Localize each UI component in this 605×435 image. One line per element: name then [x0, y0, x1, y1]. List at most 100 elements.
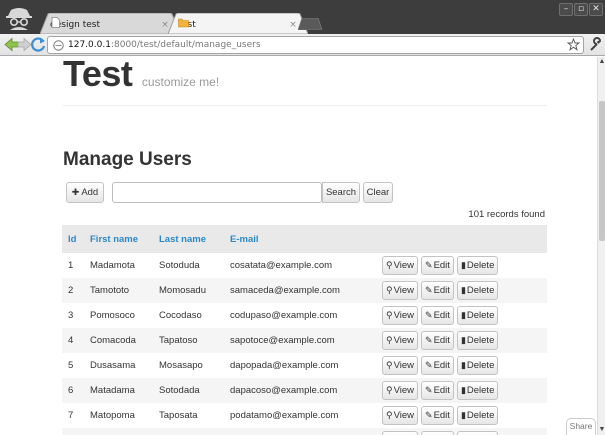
- browser-titlebar: design test × Test × – ▫ ✕: [0, 0, 605, 34]
- table-row: ⚲View✎Edit▮Delete: [62, 428, 547, 435]
- cell-last-name: Sotodada: [153, 378, 224, 403]
- new-tab-button[interactable]: [298, 18, 322, 30]
- wrench-icon[interactable]: [588, 37, 603, 52]
- row-actions: ⚲View✎Edit▮Delete: [382, 431, 541, 435]
- magnifier-icon: ⚲: [386, 260, 393, 270]
- delete-button[interactable]: ▮Delete: [456, 356, 499, 375]
- brand-title[interactable]: Test: [63, 57, 133, 94]
- cell-id: [62, 428, 84, 435]
- row-actions: ⚲View✎Edit▮Delete: [382, 381, 541, 400]
- tab-design-test[interactable]: design test ×: [40, 13, 180, 34]
- scrollbar-thumb[interactable]: [599, 101, 605, 241]
- column-header-email[interactable]: E-mail: [224, 225, 376, 253]
- view-button[interactable]: ⚲View: [382, 281, 419, 300]
- view-button-label: View: [393, 360, 415, 371]
- cell-first-name: Matopoma: [90, 410, 135, 421]
- trash-icon: ▮: [460, 260, 466, 270]
- add-button[interactable]: ✚ Add: [66, 182, 104, 203]
- view-button[interactable]: ⚲View: [382, 381, 419, 400]
- delete-button[interactable]: ▮Delete: [456, 281, 499, 300]
- reload-icon[interactable]: [30, 36, 47, 53]
- delete-button[interactable]: ▮Delete: [456, 331, 499, 350]
- tab-title: Test: [178, 20, 288, 30]
- magnifier-icon: ⚲: [386, 335, 393, 345]
- cell-last-name: Taposata: [159, 410, 198, 421]
- delete-button[interactable]: ▮Delete: [456, 406, 499, 425]
- view-button[interactable]: ⚲View: [382, 356, 419, 375]
- delete-button[interactable]: ▮Delete: [456, 381, 499, 400]
- cell-email: [224, 428, 376, 435]
- edit-button[interactable]: ✎Edit: [421, 256, 454, 275]
- delete-button-label: Delete: [466, 285, 495, 296]
- scroll-down-arrow-icon[interactable]: ▼: [598, 425, 605, 435]
- cell-actions: ⚲View✎Edit▮Delete: [376, 303, 547, 328]
- cell-first-name: Pomosoco: [90, 310, 135, 321]
- maximize-button[interactable]: ▫: [574, 3, 588, 16]
- column-header-first-name[interactable]: First name: [84, 225, 153, 253]
- column-header-last-name[interactable]: Last name: [153, 225, 224, 253]
- edit-button[interactable]: ✎Edit: [421, 281, 454, 300]
- delete-button[interactable]: ▮Delete: [456, 256, 499, 275]
- table-row: 6 Matadama Sotodada dapacoso@example.com ⚲ Vi…: [62, 378, 547, 403]
- edit-button[interactable]: ✎Edit: [421, 306, 454, 325]
- delete-button[interactable]: ▮Delete: [456, 431, 499, 435]
- cell-email: podatamo@example.com: [230, 410, 339, 421]
- cell-id: 2: [62, 278, 84, 303]
- tab-test[interactable]: Test ×: [168, 13, 308, 34]
- view-button[interactable]: ⚲View: [382, 406, 419, 425]
- edit-button[interactable]: ✎Edit: [421, 431, 454, 435]
- view-button[interactable]: ⚲View: [382, 331, 419, 350]
- tab-close-icon[interactable]: ×: [288, 20, 298, 30]
- search-input[interactable]: [112, 182, 322, 203]
- table-body: 1 Madamota Sotoduda cosatata@example.com ⚲ Vi…: [62, 253, 547, 435]
- cell-email: samaceda@example.com: [224, 278, 376, 303]
- view-button-label: View: [393, 260, 415, 271]
- column-header-id[interactable]: Id: [62, 225, 84, 253]
- edit-button-label: Edit: [433, 285, 450, 296]
- cell-id: 5: [68, 360, 74, 371]
- cell-id: 1: [68, 260, 74, 271]
- close-window-button[interactable]: ✕: [589, 3, 603, 16]
- view-button[interactable]: ⚲View: [382, 431, 419, 435]
- cell-actions: ⚲View✎Edit▮Delete: [376, 253, 547, 278]
- magnifier-icon: ⚲: [386, 310, 393, 320]
- edit-button-label: Edit: [433, 260, 450, 271]
- scroll-up-arrow-icon[interactable]: ▲: [598, 57, 605, 67]
- edit-button[interactable]: ✎Edit: [421, 406, 454, 425]
- table-header-row: Id First name Last name E-mail: [62, 225, 547, 253]
- add-button-label: Add: [81, 187, 99, 198]
- view-button[interactable]: ⚲View: [382, 256, 419, 275]
- clear-button[interactable]: Clear: [363, 182, 393, 203]
- vertical-scrollbar[interactable]: ▲ ▼: [597, 57, 605, 435]
- delete-button-label: Delete: [466, 310, 495, 321]
- delete-button[interactable]: ▮Delete: [456, 306, 499, 325]
- search-button[interactable]: Search: [322, 182, 360, 203]
- cell-actions: ⚲View✎Edit▮Delete: [376, 378, 547, 403]
- pencil-icon: ✎: [425, 310, 433, 320]
- table-row: 4 Comacoda Tapatoso sapotoce@example.com ⚲ Vi…: [62, 328, 547, 353]
- edit-button[interactable]: ✎Edit: [421, 381, 454, 400]
- pencil-icon: ✎: [425, 410, 433, 420]
- address-bar[interactable]: 127.0.0.1:8000/test/default/manage_users: [47, 36, 584, 54]
- cell-actions: ⚲View✎Edit▮Delete: [376, 353, 547, 378]
- view-button[interactable]: ⚲View: [382, 306, 419, 325]
- trash-icon: ▮: [460, 360, 466, 370]
- view-button-label: View: [393, 310, 415, 321]
- delete-button-label: Delete: [466, 335, 495, 346]
- view-button-label: View: [393, 335, 415, 346]
- folder-icon: [178, 18, 189, 28]
- view-button-label: View: [393, 385, 415, 396]
- brand-header: Test customize me!: [63, 57, 219, 94]
- trash-icon: ▮: [460, 310, 466, 320]
- delete-button-label: Delete: [466, 360, 495, 371]
- view-button-label: View: [393, 285, 415, 296]
- url-path: :8000/test/default/manage_users: [110, 40, 261, 50]
- edit-button[interactable]: ✎Edit: [421, 331, 454, 350]
- share-button[interactable]: Share: [566, 418, 596, 435]
- minimize-button[interactable]: –: [559, 3, 573, 16]
- bookmark-star-icon[interactable]: [567, 38, 580, 51]
- table-row: 1 Madamota Sotoduda cosatata@example.com ⚲ Vi…: [62, 253, 547, 278]
- pencil-icon: ✎: [425, 360, 433, 370]
- edit-button[interactable]: ✎Edit: [421, 356, 454, 375]
- users-table: Id First name Last name E-mail 1 Madamota…: [62, 225, 547, 435]
